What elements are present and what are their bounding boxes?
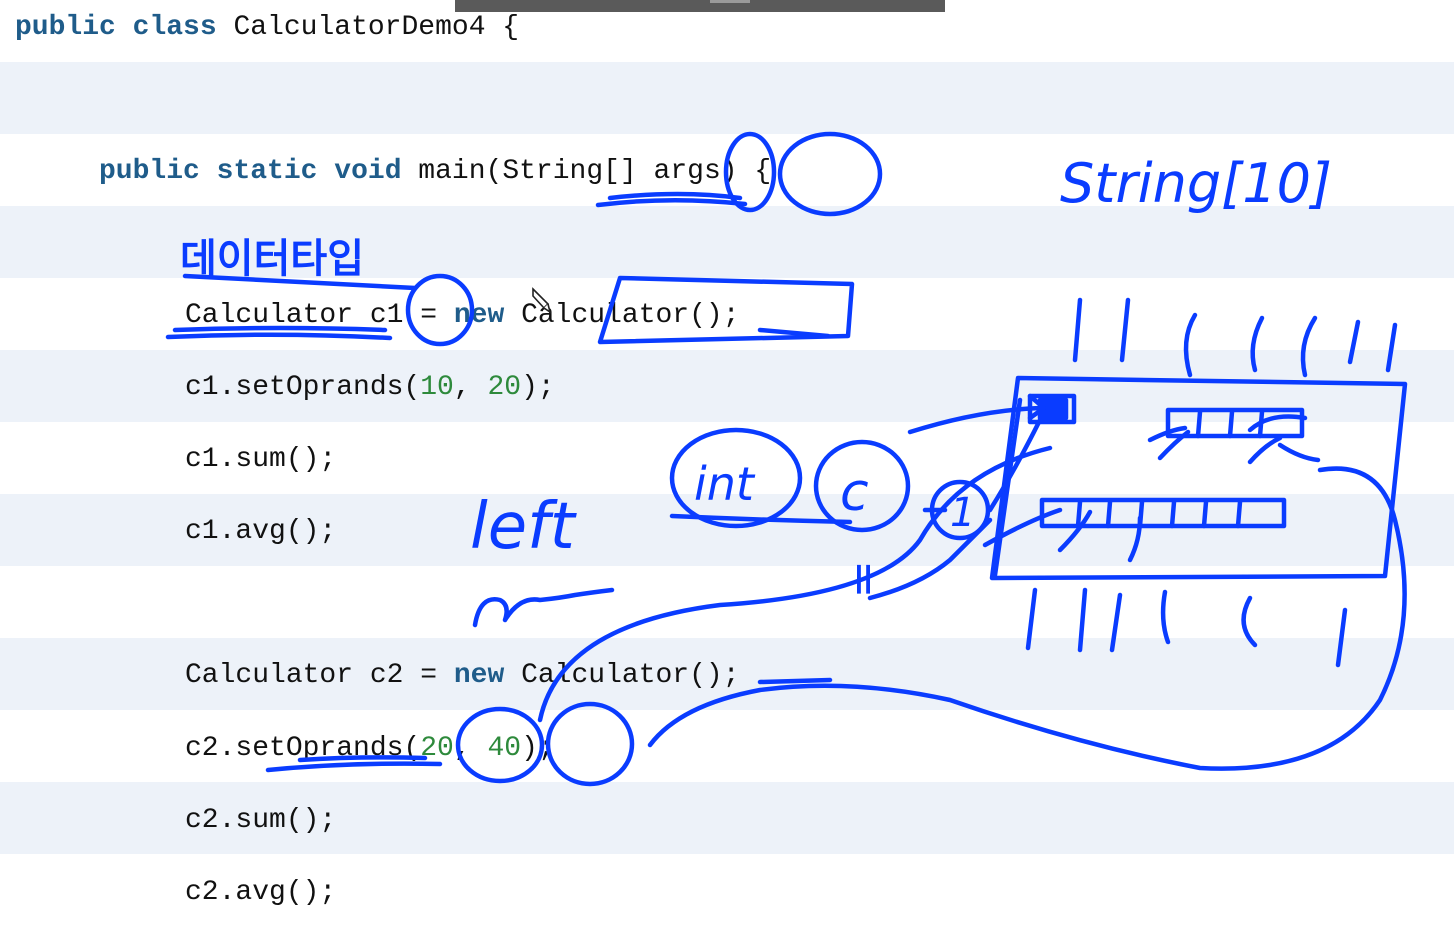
keyword-static: static: [216, 156, 318, 187]
keyword-new: new: [453, 300, 505, 331]
code-line-c2-setoprands[interactable]: c2.setOprands(20, 40);: [185, 729, 555, 769]
code-line-c1-sum[interactable]: c1.sum();: [185, 440, 336, 480]
number-literal: 10: [420, 372, 454, 403]
keyword-class: class: [132, 12, 217, 43]
c2-sum-call: c2.sum();: [185, 805, 337, 836]
screen: public class CalculatorDemo4 { public st…: [0, 0, 1454, 933]
code-line-c1-setoprands[interactable]: c1.setOprands(10, 20);: [185, 368, 555, 408]
code-line-class-declaration[interactable]: public class CalculatorDemo4 {: [15, 8, 519, 48]
number-literal: 20: [420, 733, 454, 764]
call-end: );: [521, 733, 555, 764]
code-line-c1-new[interactable]: Calculator c1 = new Calculator();: [185, 296, 740, 336]
keyword-void: void: [334, 156, 402, 187]
comma: ,: [453, 733, 488, 764]
c1-sum-call: c1.sum();: [185, 444, 337, 475]
call-end: );: [521, 372, 555, 403]
class-name: CalculatorDemo4 {: [216, 12, 520, 43]
keyword-new: new: [453, 660, 505, 691]
comma: ,: [453, 372, 488, 403]
c2-setoprands-call: c2.setOprands(: [185, 733, 421, 764]
c1-setoprands-call: c1.setOprands(: [185, 372, 421, 403]
code-line-c1-avg[interactable]: c1.avg();: [185, 512, 336, 552]
c2-constructor: Calculator();: [504, 660, 740, 691]
pen-cursor-icon: [532, 287, 552, 314]
keyword-public: public: [15, 12, 116, 43]
c2-avg-call: c2.avg();: [185, 877, 337, 908]
number-literal: 20: [487, 372, 522, 403]
code-line-main-method[interactable]: public static void main(String[] args) {: [99, 152, 771, 192]
code-line-c2-sum[interactable]: c2.sum();: [185, 801, 336, 841]
c1-declaration: Calculator c1 =: [185, 300, 454, 331]
code-editor[interactable]: public class CalculatorDemo4 { public st…: [0, 0, 1454, 933]
keyword-public: public: [99, 156, 200, 187]
c1-avg-call: c1.avg();: [185, 516, 337, 547]
main-signature: main(String[] args) {: [401, 156, 772, 187]
code-line-c2-new[interactable]: Calculator c2 = new Calculator();: [185, 656, 740, 696]
number-literal: 40: [487, 733, 522, 764]
c2-declaration: Calculator c2 =: [185, 660, 454, 691]
code-line-c2-avg[interactable]: c2.avg();: [185, 873, 336, 913]
